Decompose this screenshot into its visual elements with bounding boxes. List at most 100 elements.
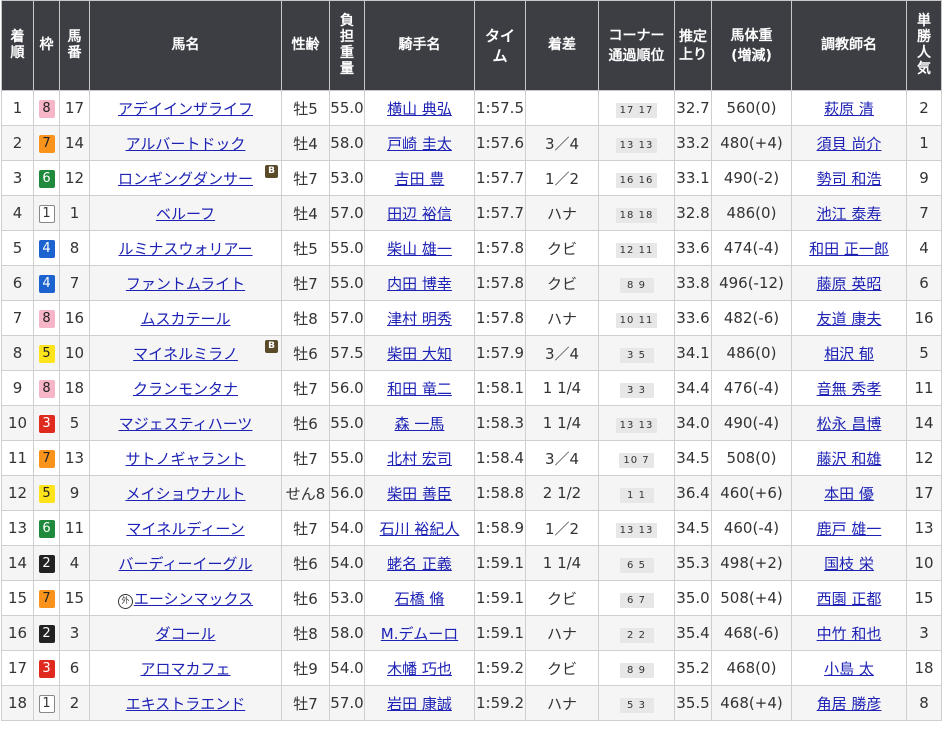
horse-weight-cell: 496(-12) [711, 265, 792, 301]
jockey-link[interactable]: 蛯名 正義 [387, 555, 452, 573]
trainer-link[interactable]: 須貝 尚介 [817, 135, 882, 153]
popularity-cell: 3 [906, 615, 942, 651]
umaban-cell: 14 [59, 125, 90, 161]
jockey-link[interactable]: 柴山 雄一 [387, 240, 452, 258]
corner-order: 17 17 [615, 102, 658, 118]
horse-name-link[interactable]: マイネルミラノ [133, 345, 238, 363]
sex-age-cell: 牡6 [281, 405, 330, 441]
horse-name-link[interactable]: ロンギングダンサー [118, 170, 253, 188]
umaban-cell: 7 [59, 265, 90, 301]
burden-weight-cell: 57.0 [329, 195, 365, 231]
trainer-link[interactable]: 友道 康夫 [817, 310, 882, 328]
trainer-link[interactable]: 藤原 英昭 [817, 275, 882, 293]
corner-order: 3 5 [619, 347, 654, 363]
horse-name-link[interactable]: マジェスティハーツ [119, 415, 253, 433]
agari-cell: 35.5 [674, 685, 712, 721]
trainer-link[interactable]: 小島 太 [824, 660, 874, 678]
horse-name-link[interactable]: ムスカテール [140, 310, 230, 328]
horse-name-link[interactable]: バーディーイーグル [119, 555, 253, 573]
waku-cell: 1 [33, 685, 60, 721]
umaban-cell: 13 [59, 440, 90, 476]
trainer-link[interactable]: 松永 昌博 [817, 415, 882, 433]
header-agari: 推定上り [674, 0, 712, 91]
jockey-link[interactable]: 岩田 康誠 [387, 695, 452, 713]
agari-cell: 32.8 [674, 195, 712, 231]
corner-order: 2 2 [619, 627, 654, 643]
blinker-icon: B [265, 165, 278, 178]
waku-cell: 3 [33, 405, 60, 441]
jockey-link[interactable]: 森 一馬 [395, 415, 445, 433]
jockey-link[interactable]: 石川 裕紀人 [380, 520, 460, 538]
trainer-link[interactable]: 国枝 栄 [824, 555, 874, 573]
trainer-link[interactable]: 角居 勝彦 [817, 695, 882, 713]
horse-name-link[interactable]: アルバートドック [126, 135, 246, 153]
jockey-link[interactable]: 柴田 善臣 [387, 485, 452, 503]
waku-badge: 8 [38, 380, 55, 398]
sex-age-cell: せん8 [281, 475, 330, 511]
umaban-cell: 11 [59, 510, 90, 546]
rank-cell: 2 [1, 125, 34, 161]
horse-name-link[interactable]: サトノギャラント [125, 450, 245, 468]
time-cell: 1:58.9 [474, 510, 526, 546]
horse-name-link[interactable]: ルミナスウォリアー [118, 240, 252, 258]
jockey-link[interactable]: 津村 明秀 [387, 310, 452, 328]
jockey-link[interactable]: 内田 博幸 [387, 275, 452, 293]
jockey-cell: 横山 典弘 [364, 90, 475, 126]
header-burden: 負担重量 [329, 0, 365, 91]
rank-cell: 17 [1, 650, 34, 686]
jockey-cell: 石川 裕紀人 [364, 510, 475, 546]
burden-weight-cell: 53.0 [329, 160, 365, 196]
trainer-link[interactable]: 和田 正一郎 [809, 240, 889, 258]
jockey-link[interactable]: 北村 宏司 [387, 450, 452, 468]
jockey-link[interactable]: 木幡 巧也 [387, 660, 452, 678]
waku-badge: 2 [38, 625, 55, 643]
horse-name-link[interactable]: マイネルディーン [126, 520, 244, 538]
horse-name-link[interactable]: ファントムライト [126, 275, 245, 293]
jockey-link[interactable]: M.デムーロ [381, 625, 458, 643]
jockey-link[interactable]: 柴田 大知 [387, 345, 452, 363]
trainer-link[interactable]: 音無 秀孝 [817, 380, 882, 398]
horse-name-cell: マジェスティハーツ [89, 405, 282, 441]
burden-weight-cell: 56.0 [329, 475, 365, 511]
margin-cell: 2 1/2 [525, 475, 599, 511]
trainer-link[interactable]: 勢司 和浩 [817, 170, 882, 188]
horse-name-cell: ムスカテール [89, 300, 282, 336]
agari-cell: 35.0 [674, 580, 712, 616]
table-row: 1 8 17 アデイインザライフ 牡5 55.0 横山 典弘 1:57.5 17 17 32.7 5… [1, 90, 942, 126]
jockey-link[interactable]: 和田 竜二 [387, 380, 452, 398]
jockey-link[interactable]: 戸崎 圭太 [387, 135, 452, 153]
horse-name-link[interactable]: クランモンタナ [133, 380, 238, 398]
trainer-link[interactable]: 相沢 郁 [824, 345, 874, 363]
corner-order: 13 13 [615, 522, 658, 538]
horse-name-link[interactable]: エキストラエンド [126, 695, 246, 713]
corner-cell: 13 13 [598, 125, 675, 161]
trainer-link[interactable]: 藤沢 和雄 [817, 450, 882, 468]
blinker-icon: B [265, 340, 278, 353]
race-results-table: 着順 枠 馬番 馬名 性齢 負担重量 騎手名 タイム 着差 コーナー通過順位 推… [1, 0, 942, 721]
jockey-link[interactable]: 吉田 豊 [395, 170, 445, 188]
time-cell: 1:58.4 [474, 440, 526, 476]
jockey-link[interactable]: 石橋 脩 [395, 590, 445, 608]
corner-cell: 3 3 [598, 370, 675, 406]
trainer-link[interactable]: 本田 優 [824, 485, 874, 503]
horse-name-link[interactable]: アロマカフェ [140, 660, 230, 678]
waku-cell: 1 [33, 195, 60, 231]
table-row: 12 5 9 メイショウナルト せん8 56.0 柴田 善臣 1:58.8 2 1/2 1 1 36… [1, 475, 942, 511]
trainer-link[interactable]: 西園 正都 [817, 590, 882, 608]
trainer-link[interactable]: 池江 泰寿 [817, 205, 882, 223]
horse-name-link[interactable]: エーシンマックス [134, 590, 253, 608]
trainer-link[interactable]: 鹿戸 雄一 [817, 520, 882, 538]
header-margin: 着差 [525, 0, 599, 91]
jockey-link[interactable]: 田辺 裕信 [387, 205, 452, 223]
horse-name-link[interactable]: ベルーフ [156, 205, 215, 223]
horse-name-cell: アデイインザライフ [89, 90, 282, 126]
horse-name-link[interactable]: アデイインザライフ [118, 100, 253, 118]
jockey-link[interactable]: 横山 典弘 [387, 100, 452, 118]
horse-weight-cell: 474(-4) [711, 230, 792, 266]
horse-name-link[interactable]: メイショウナルト [125, 485, 245, 503]
horse-weight-cell: 490(-4) [711, 405, 792, 441]
trainer-link[interactable]: 萩原 清 [824, 100, 874, 118]
horse-name-link[interactable]: ダコール [155, 625, 215, 643]
agari-cell: 34.4 [674, 370, 712, 406]
trainer-link[interactable]: 中竹 和也 [817, 625, 882, 643]
